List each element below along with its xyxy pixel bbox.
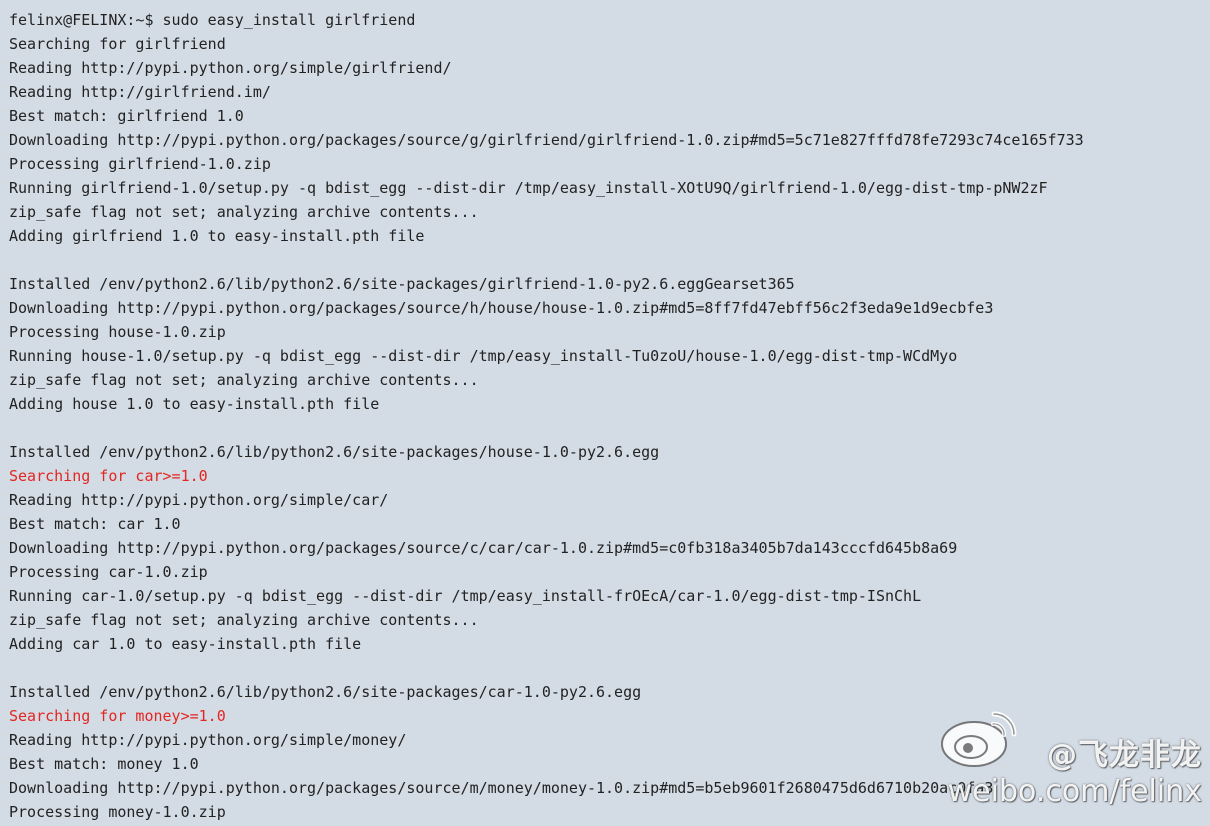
terminal-line: Downloading http://pypi.python.org/packa…: [9, 779, 994, 797]
terminal-line: felinx@FELINX:~$ sudo easy_install girlf…: [9, 11, 416, 29]
terminal-line: Best match: money 1.0: [9, 755, 199, 773]
terminal-line: Downloading http://pypi.python.org/packa…: [9, 299, 994, 317]
terminal-line: Downloading http://pypi.python.org/packa…: [9, 131, 1084, 149]
terminal-line: Reading http://pypi.python.org/simple/gi…: [9, 59, 452, 77]
terminal-line: Reading http://girlfriend.im/: [9, 83, 271, 101]
terminal-output: felinx@FELINX:~$ sudo easy_install girlf…: [0, 0, 1210, 826]
terminal-line: Running car-1.0/setup.py -q bdist_egg --…: [9, 587, 922, 605]
terminal-line: Best match: car 1.0: [9, 515, 181, 533]
terminal-line: Processing car-1.0.zip: [9, 563, 208, 581]
terminal-line: Reading http://pypi.python.org/simple/ca…: [9, 491, 389, 509]
terminal-line: Downloading http://pypi.python.org/packa…: [9, 539, 958, 557]
terminal-line: Installed /env/python2.6/lib/python2.6/s…: [9, 275, 795, 293]
terminal-line: Searching for money>=1.0: [9, 707, 226, 725]
terminal-line: zip_safe flag not set; analyzing archive…: [9, 203, 479, 221]
terminal-lines: felinx@FELINX:~$ sudo easy_install girlf…: [9, 8, 1210, 824]
terminal-line: Processing money-1.0.zip: [9, 803, 226, 821]
terminal-line: Best match: girlfriend 1.0: [9, 107, 244, 125]
terminal-line: Searching for car>=1.0: [9, 467, 208, 485]
terminal-line: Processing house-1.0.zip: [9, 323, 226, 341]
terminal-line: zip_safe flag not set; analyzing archive…: [9, 611, 479, 629]
terminal-line: Installed /env/python2.6/lib/python2.6/s…: [9, 443, 660, 461]
terminal-line: Running house-1.0/setup.py -q bdist_egg …: [9, 347, 958, 365]
terminal-line: Processing girlfriend-1.0.zip: [9, 155, 271, 173]
terminal-line: Installed /env/python2.6/lib/python2.6/s…: [9, 683, 642, 701]
terminal-line: Searching for girlfriend: [9, 35, 226, 53]
terminal-line: Adding house 1.0 to easy-install.pth fil…: [9, 395, 380, 413]
terminal-line: Reading http://pypi.python.org/simple/mo…: [9, 731, 407, 749]
terminal-line: Adding car 1.0 to easy-install.pth file: [9, 635, 362, 653]
terminal-line: zip_safe flag not set; analyzing archive…: [9, 371, 479, 389]
terminal-line: Adding girlfriend 1.0 to easy-install.pt…: [9, 227, 425, 245]
terminal-line: Running girlfriend-1.0/setup.py -q bdist…: [9, 179, 1048, 197]
